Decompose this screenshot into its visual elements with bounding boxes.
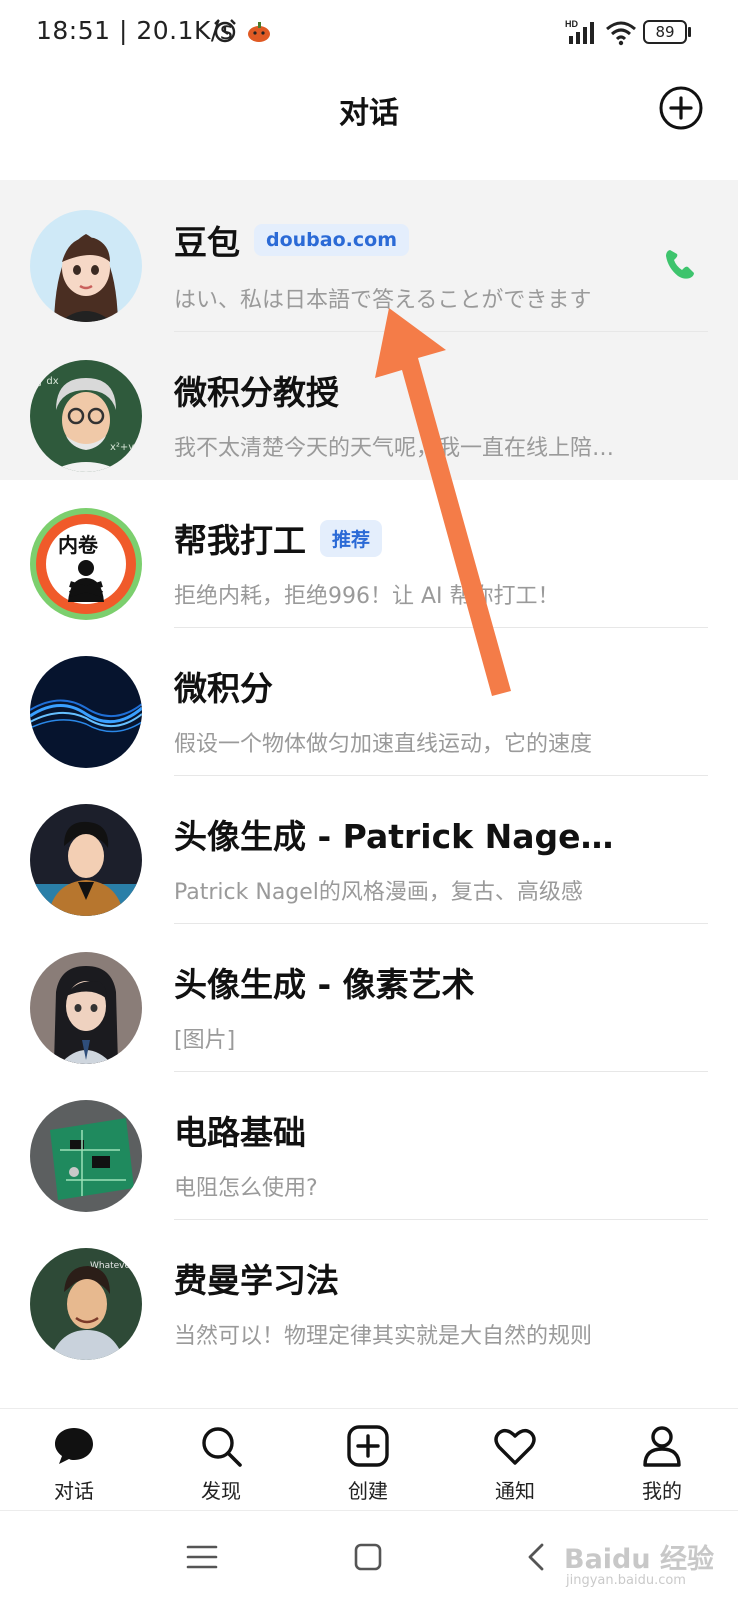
chat-name: 微积分教授 <box>174 373 339 412</box>
signal-icon: HD <box>565 19 594 44</box>
chat-item-avatar-patrick-nagel[interactable]: 头像生成 - Patrick Nagel风格 Patrick Nagel的风格漫… <box>0 776 738 924</box>
app-header: 对话 <box>0 64 738 176</box>
watermark-url: jingyan.baidu.com <box>566 1573 686 1588</box>
chat-item-avatar-pixel-art[interactable]: 头像生成 - 像素艺术 [图片] <box>0 924 738 1072</box>
nav-label: 创建 <box>348 1479 388 1503</box>
chat-bubble-icon <box>55 1428 93 1464</box>
badge: 推荐 <box>320 519 383 557</box>
person-icon <box>643 1426 681 1467</box>
pixel-girl-avatar-icon <box>30 952 142 1064</box>
svg-text:x²+y: x²+y <box>110 442 134 453</box>
chat-name-row: 微积分 <box>174 664 273 708</box>
chat-preview: 电阻怎么使用? <box>174 1176 318 1201</box>
home-icon[interactable] <box>348 1537 388 1577</box>
chat-name-row: 帮我打工 推荐 <box>174 516 383 560</box>
bottom-nav: 对话 发现 创建 通知 我的 <box>0 1408 738 1510</box>
search-icon <box>202 1427 242 1467</box>
avatar: 内卷 <box>30 508 142 620</box>
chat-preview: Patrick Nagel的风格漫画，复古、高级感 <box>174 880 583 905</box>
chat-name-row: 头像生成 - 像素艺术 <box>174 960 475 1004</box>
phone-call-icon[interactable] <box>662 246 698 282</box>
svg-text:HD: HD <box>565 19 578 29</box>
chat-preview: はい、私は日本語で答えることができます <box>174 288 592 313</box>
badge: doubao.com <box>254 224 409 256</box>
add-chat-button[interactable] <box>658 85 704 131</box>
avatar: ∫ dx x²+y <box>30 360 142 472</box>
professor-avatar-icon: ∫ dx x²+y <box>30 360 142 472</box>
pumpkin-icon <box>248 22 270 42</box>
chat-item-doubao[interactable]: 豆包 doubao.com はい、私は日本語で答えることができます <box>0 180 738 332</box>
avatar <box>30 210 142 322</box>
girl-avatar-icon <box>30 210 142 322</box>
alarm-icon <box>214 19 236 43</box>
avatar <box>30 804 142 916</box>
chat-name: 微积分 <box>174 669 273 708</box>
chat-item-feynman[interactable]: Whatever 费曼学习法 当然可以！物理定律其实就是大自然的规则 <box>0 1220 738 1368</box>
nav-label: 对话 <box>54 1479 94 1503</box>
wifi-icon <box>606 21 636 46</box>
chat-name-row: 费曼学习法 <box>174 1256 339 1300</box>
avatar: Whatever <box>30 1248 142 1360</box>
nav-item-chats[interactable]: 对话 <box>19 1423 129 1507</box>
chat-preview: 假设一个物体做匀加速直线运动，它的速度 <box>174 732 593 757</box>
man-portrait-avatar-icon <box>30 804 142 916</box>
chat-name-row: 微积分教授 <box>174 368 339 412</box>
plus-square-icon <box>347 1425 389 1467</box>
circuit-board-avatar-icon <box>30 1100 142 1212</box>
nav-label: 发现 <box>201 1479 241 1503</box>
blue-wave-avatar-icon <box>30 656 142 768</box>
chat-preview: 当然可以！物理定律其实就是大自然的规则 <box>174 1324 593 1349</box>
chat-list: 豆包 doubao.com はい、私は日本語で答えることができます ∫ dx x… <box>0 180 738 1408</box>
svg-text:∫ dx: ∫ dx <box>38 376 59 387</box>
status-bar: 18:51 | 20.1K/s HD 89 <box>0 0 738 64</box>
chat-name: 头像生成 - Patrick Nagel风格 <box>174 817 614 856</box>
chat-name: 电路基础 <box>174 1113 306 1152</box>
nav-item-discover[interactable]: 发现 <box>166 1423 276 1507</box>
chat-item-calculus[interactable]: 微积分 假设一个物体做匀加速直线运动，它的速度 <box>0 628 738 776</box>
status-time: 18:51 | 20.1K/s <box>36 16 234 45</box>
watermark-logo: Baidu 经验 <box>564 1544 715 1575</box>
chat-preview: 我不太清楚今天的天气呢，我一直在线上陪你学习 <box>174 436 634 461</box>
chat-name: 头像生成 - 像素艺术 <box>174 965 475 1004</box>
svg-text:内卷: 内卷 <box>58 533 99 557</box>
heart-icon <box>494 1428 536 1465</box>
chat-preview: [图片] <box>174 1028 236 1053</box>
feynman-avatar-icon: Whatever <box>30 1248 142 1360</box>
page-title: 对话 <box>339 96 399 131</box>
chat-name: 豆包 <box>174 223 240 262</box>
chat-name-row: 豆包 doubao.com <box>174 218 409 262</box>
chat-preview: 拒绝内耗，拒绝996！让 AI 帮你打工！ <box>174 584 560 609</box>
nav-label: 通知 <box>495 1479 535 1503</box>
nav-label: 我的 <box>642 1479 682 1503</box>
system-nav-bar: Baidu 经验 jingyan.baidu.com <box>0 1510 738 1600</box>
back-icon[interactable] <box>518 1537 558 1577</box>
chat-name-row: 头像生成 - Patrick Nagel风格 <box>174 812 614 856</box>
nav-item-profile[interactable]: 我的 <box>607 1423 717 1507</box>
chat-name: 帮我打工 <box>174 521 306 560</box>
chat-item-help-me-work[interactable]: 内卷 帮我打工 推荐 拒绝内耗，拒绝996！让 AI 帮你打工！ <box>0 480 738 628</box>
nav-item-create[interactable]: 创建 <box>313 1423 423 1507</box>
work-sign-avatar-icon: 内卷 <box>30 508 142 620</box>
status-icons: HD 89 <box>565 18 695 48</box>
chat-item-calculus-professor[interactable]: ∫ dx x²+y 微积分教授 我不太清楚今天的天气呢，我一直在线上陪你学习 <box>0 332 738 480</box>
avatar <box>30 952 142 1064</box>
avatar <box>30 656 142 768</box>
chat-name-row: 电路基础 <box>174 1108 306 1152</box>
battery-level: 89 <box>655 23 675 41</box>
battery-tip <box>688 27 691 37</box>
chat-name: 费曼学习法 <box>174 1261 339 1300</box>
chat-item-circuit-basics[interactable]: 电路基础 电阻怎么使用? <box>0 1072 738 1220</box>
battery-icon: 89 <box>643 20 687 44</box>
screen: 18:51 | 20.1K/s HD 89 对话 豆包 doubao.com は… <box>0 0 738 1600</box>
nav-item-notifications[interactable]: 通知 <box>460 1423 570 1507</box>
avatar <box>30 1100 142 1212</box>
menu-icon[interactable] <box>182 1537 222 1577</box>
